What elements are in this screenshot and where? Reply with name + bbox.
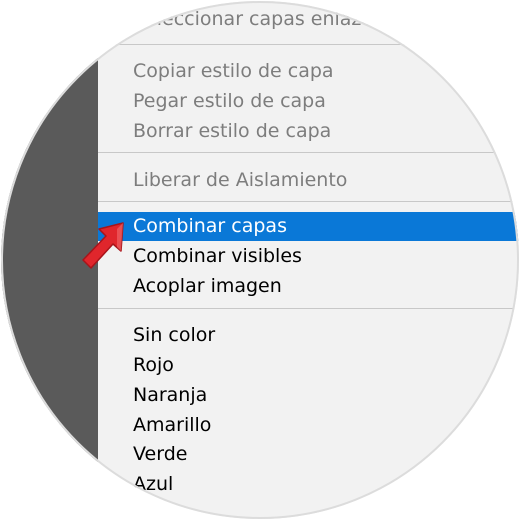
menu-item-label: Combinar visibles [133,245,302,267]
menu-item-paste-layer-style[interactable]: Pegar estilo de capa [98,87,519,115]
menu-separator [98,152,519,153]
menu-item-flatten-image[interactable]: Acoplar imagen [98,272,519,300]
menu-item-merge-layers[interactable]: Combinar capas [98,212,519,241]
menu-item-label: Azul [133,473,174,495]
menu-item-no-color[interactable]: Sin color [98,321,519,349]
menu-separator [98,44,519,45]
menu-item-red[interactable]: Rojo [98,351,519,379]
menu-item-green[interactable]: Verde [98,440,519,468]
menu-item-blue[interactable]: Azul [98,470,519,498]
pointer-arrow-icon [82,222,124,269]
menu-item-copy-layer-style[interactable]: Copiar estilo de capa [98,57,519,85]
menu-item-label: Rojo [133,354,174,376]
menu-item-label: Amarillo [133,414,212,436]
menu-separator [98,308,519,309]
menu-item-yellow[interactable]: Amarillo [98,411,519,439]
menu-item-label: Acoplar imagen [133,275,282,297]
menu-item-label: Liberar de Aislamiento [133,169,348,191]
menu-item-label: Pegar estilo de capa [133,90,326,112]
menu-item-label: Seleccionar capas enlazadas [133,8,407,30]
magnifier-lens: Seleccionar capas enlazadas Copiar estil… [1,1,519,519]
menu-item-label: Copiar estilo de capa [133,60,334,82]
menu-item-release-isolation[interactable]: Liberar de Aislamiento [98,166,519,194]
menu-item-clear-layer-style[interactable]: Borrar estilo de capa [98,117,519,145]
menu-item-label: Sin color [133,324,216,346]
menu-item-merge-visible[interactable]: Combinar visibles [98,242,519,270]
menu-item-label: Combinar capas [133,215,287,237]
menu-separator [98,201,519,202]
menu-item-orange[interactable]: Naranja [98,381,519,409]
menu-item-select-linked-layers[interactable]: Seleccionar capas enlazadas [98,5,519,33]
menu-item-label: Borrar estilo de capa [133,120,332,142]
menu-item-label: Naranja [133,384,208,406]
menu-item-label: Verde [133,443,188,465]
layer-context-menu: Seleccionar capas enlazadas Copiar estil… [98,1,519,519]
